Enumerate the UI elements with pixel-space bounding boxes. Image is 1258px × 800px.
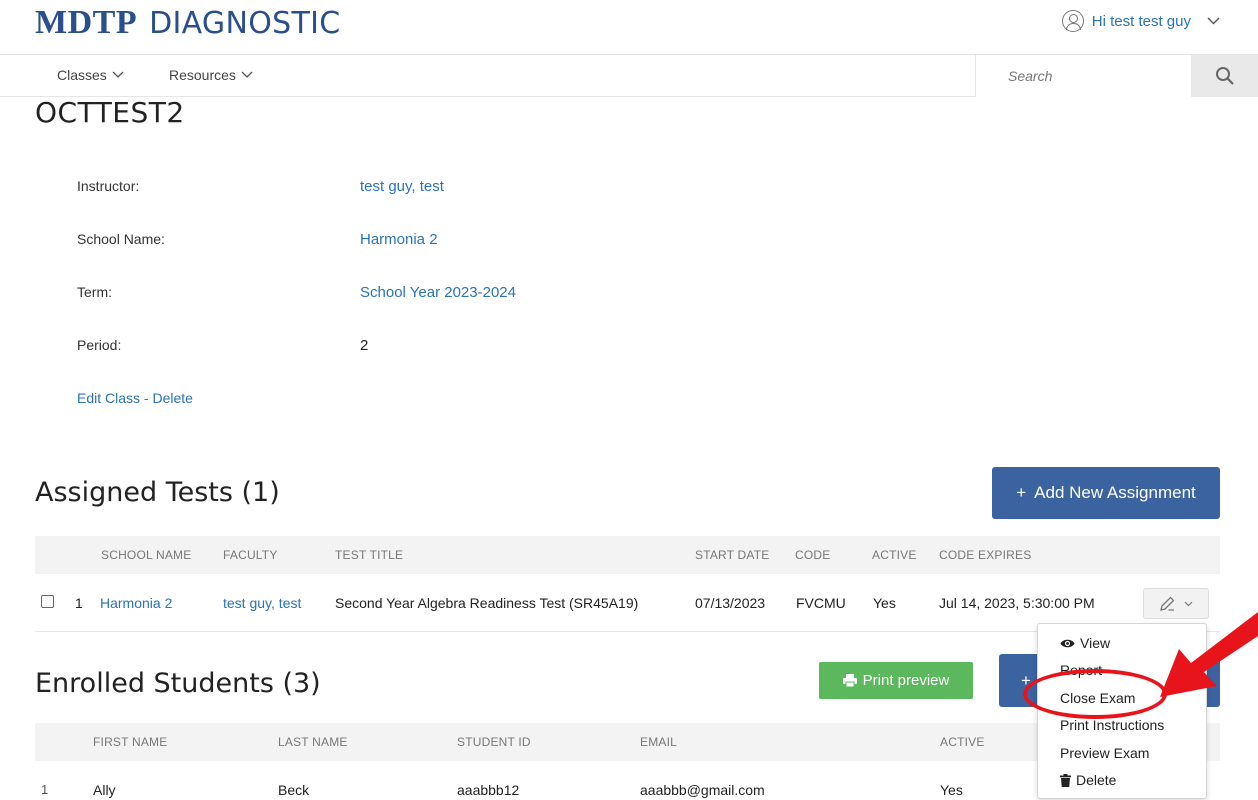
last-name: Beck [278, 782, 310, 798]
column-header[interactable]: LAST NAME [278, 735, 348, 749]
school-name-link[interactable]: Harmonia 2 [100, 595, 172, 611]
delete-class-link[interactable]: Delete [152, 390, 192, 406]
class-actions: Edit Class - Delete [77, 390, 193, 406]
search-input[interactable] [976, 55, 1192, 97]
chevron-down-icon [1207, 17, 1220, 25]
nav-resources-label: Resources [169, 67, 236, 83]
print-preview-label: Print preview [862, 672, 950, 689]
site-logo[interactable]: MDTP DIAGNOSTIC [35, 4, 341, 44]
row-checkbox[interactable] [41, 595, 54, 608]
student-email: aaabbb@gmail.com [640, 782, 765, 798]
trash-icon [1060, 773, 1071, 787]
exam-code: FVCMU [796, 595, 846, 611]
column-header[interactable]: TEST TITLE [335, 548, 403, 562]
row-index: 1 [41, 782, 49, 797]
column-header[interactable]: START DATE [695, 548, 769, 562]
menu-item-delete-label: Delete [1076, 772, 1117, 788]
menu-item-delete[interactable]: Delete [1060, 772, 1116, 788]
instructor-label: Instructor: [77, 178, 140, 194]
column-header[interactable]: CODE [795, 548, 830, 562]
menu-item-preview-exam[interactable]: Preview Exam [1060, 745, 1149, 761]
print-preview-button[interactable]: Print preview [819, 662, 973, 699]
active-status: Yes [873, 595, 896, 611]
row-index: 1 [75, 595, 83, 611]
test-title: Second Year Algebra Readiness Test (SR45… [335, 595, 639, 611]
page-title: OCTTEST2 [35, 96, 185, 129]
nav-classes-label: Classes [57, 67, 107, 83]
column-header[interactable]: STUDENT ID [457, 735, 531, 749]
column-header[interactable]: ACTIVE [872, 548, 917, 562]
column-header[interactable]: FIRST NAME [93, 735, 167, 749]
faculty-link[interactable]: test guy, test [223, 595, 301, 611]
edit-class-link[interactable]: Edit Class [77, 390, 140, 406]
assigned-tests-title: Assigned Tests (1) [35, 477, 280, 508]
nav-classes[interactable]: Classes [57, 67, 124, 83]
menu-item-preview-exam-label: Preview Exam [1060, 745, 1150, 761]
menu-item-view[interactable]: View [1060, 635, 1110, 651]
code-expires: Jul 14, 2023, 5:30:00 PM [939, 595, 1095, 611]
nav-bar: Classes Resources [0, 54, 1258, 97]
eye-icon [1060, 639, 1075, 647]
term-label: Term: [77, 284, 112, 300]
plus-icon: + [1016, 483, 1027, 502]
period-value: 2 [360, 337, 369, 354]
menu-item-print-instructions-label: Print Instructions [1060, 717, 1165, 733]
link-separator: - [140, 390, 153, 406]
column-header[interactable]: CODE EXPIRES [939, 548, 1031, 562]
enrolled-students-title: Enrolled Students (3) [35, 668, 321, 699]
school-label: School Name: [77, 231, 165, 247]
chevron-down-icon [241, 71, 253, 78]
instructor-link[interactable]: test guy, test [360, 178, 444, 195]
logo-sub-text: DIAGNOSTIC [149, 6, 341, 41]
period-label: Period: [77, 337, 122, 353]
search-bar [975, 55, 1258, 97]
student-id: aaabbb12 [457, 782, 520, 798]
student-active: Yes [940, 782, 963, 798]
chevron-down-icon [112, 71, 124, 78]
user-menu[interactable]: Hi test test guy [1061, 10, 1220, 32]
red-arrow-annotation [1160, 612, 1258, 697]
menu-item-print-instructions[interactable]: Print Instructions [1060, 717, 1164, 733]
search-button[interactable] [1191, 55, 1258, 97]
edit-icon [1160, 596, 1175, 611]
column-header[interactable]: EMAIL [640, 735, 677, 749]
term-link[interactable]: School Year 2023-2024 [360, 284, 516, 301]
user-avatar-icon [1061, 10, 1084, 32]
chevron-down-icon [1184, 601, 1193, 606]
column-header[interactable]: ACTIVE [940, 735, 985, 749]
user-greeting: Hi test test guy [1091, 12, 1191, 30]
add-new-assignment-button[interactable]: + Add New Assignment [992, 467, 1220, 519]
school-link[interactable]: Harmonia 2 [360, 231, 438, 248]
first-name: Ally [93, 782, 116, 798]
highlight-ellipse-annotation [1023, 669, 1167, 719]
column-header[interactable]: FACULTY [223, 548, 278, 562]
logo-main-text: MDTP [35, 4, 138, 41]
nav-resources[interactable]: Resources [169, 67, 253, 83]
add-new-assignment-label: Add New Assignment [1034, 483, 1196, 502]
printer-icon [842, 674, 857, 687]
search-icon [1215, 67, 1234, 85]
column-header[interactable]: SCHOOL NAME [101, 548, 191, 562]
menu-item-view-label: View [1080, 635, 1111, 651]
assigned-table-header: SCHOOL NAME FACULTY TEST TITLE START DAT… [35, 536, 1220, 574]
start-date: 07/13/2023 [695, 595, 766, 611]
